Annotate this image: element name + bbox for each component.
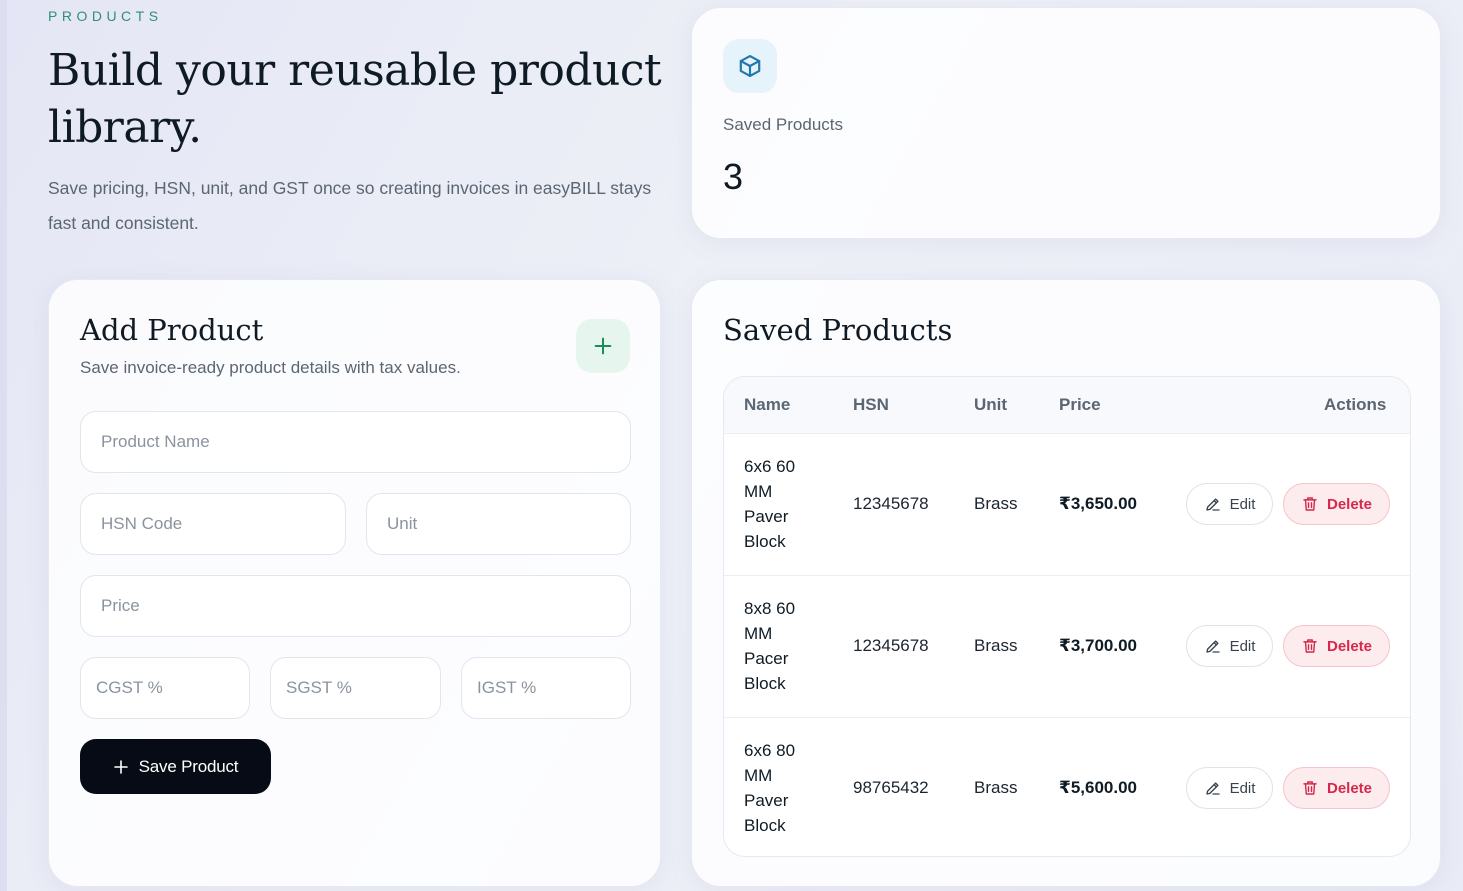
saved-products-title: Saved Products bbox=[723, 313, 953, 347]
save-product-button[interactable]: Save Product bbox=[80, 739, 271, 794]
page-description: Save pricing, HSN, unit, and GST once so… bbox=[48, 178, 652, 233]
plus-icon bbox=[592, 335, 614, 357]
trash-icon bbox=[1301, 779, 1319, 797]
edit-label: Edit bbox=[1229, 779, 1256, 797]
edit-button[interactable]: Edit bbox=[1186, 625, 1273, 667]
pencil-icon bbox=[1204, 495, 1222, 513]
products-table: Name HSN Unit Price Actions 6x6 60 MM Pa… bbox=[723, 376, 1411, 857]
cgst-input[interactable] bbox=[80, 657, 250, 719]
sgst-input[interactable] bbox=[270, 657, 441, 719]
add-product-card: Add Product Save invoice-ready product d… bbox=[48, 279, 661, 887]
trash-icon bbox=[1301, 637, 1319, 655]
column-header-hsn: HSN bbox=[853, 395, 889, 414]
trash-icon bbox=[1301, 495, 1319, 513]
add-product-subtitle: Save invoice-ready product details with … bbox=[80, 358, 461, 377]
delete-label: Delete bbox=[1326, 779, 1373, 797]
column-header-actions: Actions bbox=[1324, 395, 1387, 414]
plus-icon bbox=[113, 759, 129, 775]
edit-label: Edit bbox=[1229, 637, 1256, 655]
column-header-name: Name bbox=[744, 395, 791, 414]
unit-input[interactable] bbox=[366, 493, 631, 555]
add-product-title: Add Product bbox=[80, 313, 264, 347]
table-header: Name HSN Unit Price Actions bbox=[724, 377, 1410, 434]
product-name-cell: 6x6 80 MM Paver Block bbox=[744, 741, 796, 835]
edit-label: Edit bbox=[1229, 495, 1256, 513]
unit-cell: Brass bbox=[974, 636, 1018, 655]
column-header-unit: Unit bbox=[974, 395, 1008, 414]
delete-button[interactable]: Delete bbox=[1283, 625, 1390, 667]
igst-input[interactable] bbox=[461, 657, 631, 719]
delete-button[interactable]: Delete bbox=[1283, 767, 1390, 809]
price-cell: ₹5,600.00 bbox=[1059, 778, 1138, 797]
saved-products-card: Saved Products Name HSN Unit Price Actio… bbox=[691, 279, 1441, 887]
price-cell: ₹3,650.00 bbox=[1059, 494, 1138, 513]
stat-label: Saved Products bbox=[723, 115, 844, 134]
eyebrow-label: PRODUCTS bbox=[48, 8, 163, 24]
stat-value: 3 bbox=[723, 156, 744, 197]
edit-button[interactable]: Edit bbox=[1186, 483, 1273, 525]
delete-label: Delete bbox=[1326, 637, 1373, 655]
box-icon bbox=[723, 39, 777, 93]
hsn-code-input[interactable] bbox=[80, 493, 346, 555]
price-input[interactable] bbox=[80, 575, 631, 637]
pencil-icon bbox=[1204, 779, 1222, 797]
unit-cell: Brass bbox=[974, 494, 1018, 513]
save-product-label: Save Product bbox=[138, 756, 239, 776]
hsn-cell: 12345678 bbox=[853, 494, 929, 513]
pencil-icon bbox=[1204, 637, 1222, 655]
column-header-price: Price bbox=[1059, 395, 1101, 414]
product-name-cell: 8x8 60 MM Pacer Block bbox=[744, 599, 796, 693]
unit-cell: Brass bbox=[974, 778, 1018, 797]
product-name-input[interactable] bbox=[80, 411, 631, 473]
hsn-cell: 12345678 bbox=[853, 636, 929, 655]
table-row: 8x8 60 MM Pacer Block 12345678 Brass ₹3,… bbox=[724, 576, 1410, 718]
delete-label: Delete bbox=[1326, 495, 1373, 513]
left-edge-strip bbox=[0, 0, 7, 891]
price-cell: ₹3,700.00 bbox=[1059, 636, 1138, 655]
delete-button[interactable]: Delete bbox=[1283, 483, 1390, 525]
page-title: Build your reusable product library. bbox=[48, 45, 662, 153]
add-product-icon-button[interactable] bbox=[576, 319, 630, 373]
table-row: 6x6 80 MM Paver Block 98765432 Brass ₹5,… bbox=[724, 718, 1410, 856]
edit-button[interactable]: Edit bbox=[1186, 767, 1273, 809]
saved-products-stat-card: Saved Products 3 bbox=[691, 7, 1441, 239]
product-name-cell: 6x6 60 MM Paver Block bbox=[744, 457, 796, 551]
table-row: 6x6 60 MM Paver Block 12345678 Brass ₹3,… bbox=[724, 434, 1410, 576]
hsn-cell: 98765432 bbox=[853, 778, 929, 797]
